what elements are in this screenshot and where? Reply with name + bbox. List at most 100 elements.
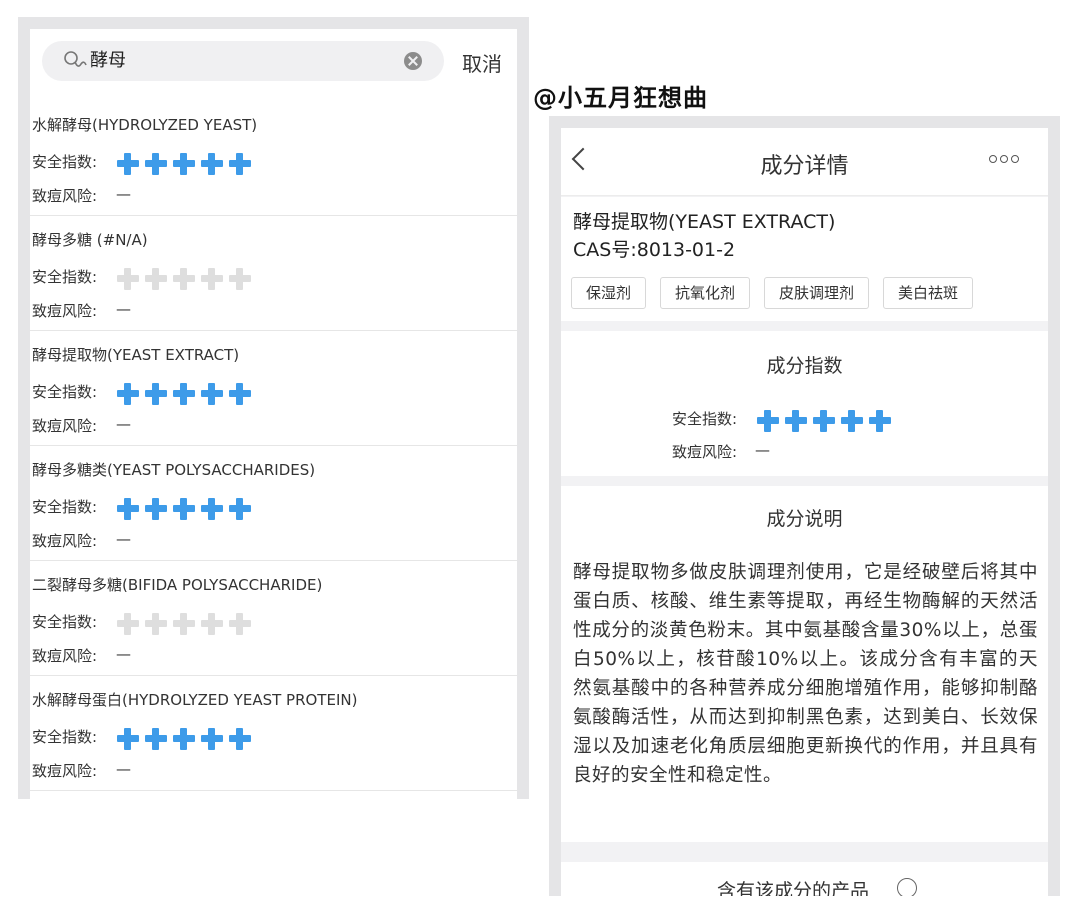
plus-icon: [201, 613, 223, 635]
risk-value: —: [116, 645, 131, 663]
cancel-button[interactable]: 取消: [462, 48, 502, 77]
plus-icon: [201, 383, 223, 405]
safety-label: 安全指数:: [32, 498, 98, 516]
list-item[interactable]: 水解酵母(HYDROLYZED YEAST) 安全指数: 致痘风险: —: [30, 101, 517, 216]
plus-icon: [229, 383, 251, 405]
search-icon: [64, 51, 87, 67]
plus-icon: [145, 498, 167, 520]
risk-value: —: [755, 441, 770, 459]
plus-icon: [201, 498, 223, 520]
ingredient-detail-screenshot: 成分详情 酵母提取物(YEAST EXTRACT) CAS号:8013-01-2…: [549, 116, 1060, 896]
safety-label: 安全指数:: [32, 153, 98, 171]
plus-icon: [117, 153, 139, 175]
safety-rating: [117, 498, 251, 520]
safety-label: 安全指数:: [672, 410, 738, 428]
tag-chip[interactable]: 抗氧化剂: [660, 277, 751, 309]
risk-value: —: [116, 300, 131, 318]
plus-icon: [229, 153, 251, 175]
search-bar: 酵母 取消: [30, 29, 517, 95]
ingredient-name: 酵母多糖类(YEAST POLYSACCHARIDES): [32, 461, 316, 479]
plus-icon: [229, 728, 251, 750]
info-icon[interactable]: [897, 878, 917, 896]
ingredient-name: 酵母多糖 (#N/A): [32, 231, 148, 249]
products-section-title: 含有该成分的产品: [717, 880, 870, 896]
plus-icon: [117, 383, 139, 405]
safety-label: 安全指数:: [32, 613, 98, 631]
risk-value: —: [116, 530, 131, 548]
ingredient-name: 酵母提取物(YEAST EXTRACT): [32, 346, 240, 364]
ingredient-name: 二裂酵母多糖(BIFIDA POLYSACCHARIDE): [32, 576, 323, 594]
plus-icon: [145, 613, 167, 635]
safety-label: 安全指数:: [32, 728, 98, 746]
tag-chip[interactable]: 保湿剂: [571, 277, 647, 309]
risk-value: —: [116, 760, 131, 778]
risk-label: 致痘风险:: [32, 187, 98, 205]
safety-rating: [117, 613, 251, 635]
page-title: 成分详情: [760, 154, 849, 179]
list-item[interactable]: 酵母多糖 (#N/A) 安全指数: 致痘风险: —: [30, 216, 517, 331]
plus-icon: [145, 153, 167, 175]
index-section: 成分指数 安全指数: 致痘风险: —: [561, 331, 1048, 476]
plus-icon: [229, 268, 251, 290]
safety-rating: [117, 268, 251, 290]
search-results-screen: 酵母 取消 水解酵母(HYDROLYZED YEAST) 安全指数: 致痘风险: — 酵…: [30, 29, 517, 799]
plus-icon: [145, 383, 167, 405]
ingredient-name: 水解酵母蛋白(HYDROLYZED YEAST PROTEIN): [32, 691, 358, 709]
plus-icon: [173, 153, 195, 175]
plus-icon: [201, 153, 223, 175]
plus-icon: [173, 728, 195, 750]
list-item[interactable]: 二裂酵母多糖(BIFIDA POLYSACCHARIDE) 安全指数: 致痘风险: —: [30, 561, 517, 676]
risk-label: 致痘风险:: [32, 532, 98, 550]
search-input[interactable]: 酵母: [42, 41, 444, 81]
plus-icon: [813, 410, 835, 432]
description-section-title: 成分说明: [766, 508, 843, 530]
index-section-title: 成分指数: [766, 355, 843, 377]
risk-value: —: [116, 185, 131, 203]
plus-icon: [173, 383, 195, 405]
plus-icon: [201, 728, 223, 750]
more-icon[interactable]: [989, 155, 1019, 163]
ingredient-detail-screen: 成分详情 酵母提取物(YEAST EXTRACT) CAS号:8013-01-2…: [561, 128, 1048, 896]
plus-icon: [117, 268, 139, 290]
ingredient-name: 水解酵母(HYDROLYZED YEAST): [32, 116, 258, 134]
description-section: 成分说明 酵母提取物多做皮肤调理剂使用，它是经破壁后将其中蛋白质、核酸、维生素等…: [561, 486, 1048, 842]
ingredient-header: 酵母提取物(YEAST EXTRACT) CAS号:8013-01-2 保湿剂抗…: [561, 197, 1048, 321]
plus-icon: [785, 410, 807, 432]
list-item[interactable]: 酵母多糖类(YEAST POLYSACCHARIDES) 安全指数: 致痘风险: —: [30, 446, 517, 561]
plus-icon: [173, 498, 195, 520]
plus-icon: [117, 613, 139, 635]
ingredient-cas: CAS号:8013-01-2: [573, 239, 736, 261]
ingredient-name: 酵母提取物(YEAST EXTRACT): [573, 211, 836, 233]
risk-value: —: [116, 415, 131, 433]
plus-icon: [173, 613, 195, 635]
safety-rating: [117, 728, 251, 750]
plus-icon: [201, 268, 223, 290]
risk-label: 致痘风险:: [32, 647, 98, 665]
clear-icon[interactable]: [404, 52, 422, 70]
safety-label: 安全指数:: [32, 383, 98, 401]
risk-label: 致痘风险:: [32, 417, 98, 435]
plus-icon: [145, 268, 167, 290]
plus-icon: [229, 498, 251, 520]
search-input-value: 酵母: [90, 50, 126, 71]
risk-label: 致痘风险:: [32, 302, 98, 320]
products-section[interactable]: 含有该成分的产品: [561, 862, 1048, 896]
safety-rating: [117, 153, 251, 175]
search-results-screenshot: 酵母 取消 水解酵母(HYDROLYZED YEAST) 安全指数: 致痘风险: — 酵…: [18, 17, 529, 799]
plus-icon: [869, 410, 891, 432]
plus-icon: [173, 268, 195, 290]
safety-rating: [757, 410, 891, 432]
tag-list: 保湿剂 抗氧化剂 皮肤调理剂 美白祛斑: [571, 277, 974, 309]
list-item[interactable]: 酵母提取物(YEAST EXTRACT) 安全指数: 致痘风险: —: [30, 331, 517, 446]
plus-icon: [117, 728, 139, 750]
plus-icon: [145, 728, 167, 750]
watermark: @小五月狂想曲: [533, 84, 708, 112]
safety-rating: [117, 383, 251, 405]
risk-label: 致痘风险:: [672, 443, 738, 461]
list-item[interactable]: 水解酵母蛋白(HYDROLYZED YEAST PROTEIN) 安全指数: 致痘风…: [30, 676, 517, 791]
safety-label: 安全指数:: [32, 268, 98, 286]
tag-chip[interactable]: 皮肤调理剂: [764, 277, 870, 309]
nav-bar: 成分详情: [561, 128, 1048, 196]
tag-chip[interactable]: 美白祛斑: [883, 277, 974, 309]
plus-icon: [117, 498, 139, 520]
